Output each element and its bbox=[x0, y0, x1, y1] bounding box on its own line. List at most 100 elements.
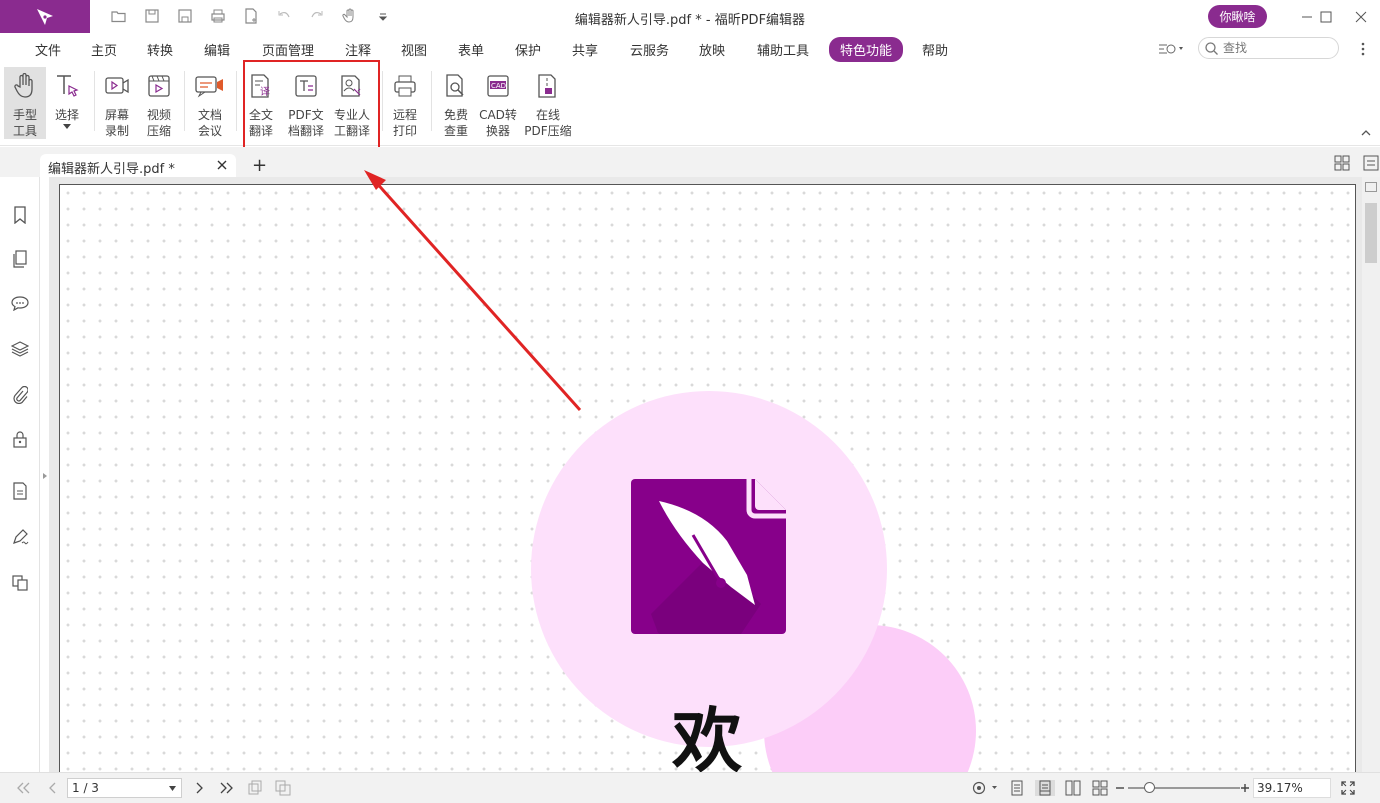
video-compress-button[interactable]: 视频 压缩 bbox=[138, 67, 180, 139]
search-box[interactable] bbox=[1198, 37, 1339, 59]
menu-features[interactable]: 特色功能 bbox=[829, 37, 904, 62]
search-options-icon[interactable] bbox=[1156, 39, 1186, 59]
scroll-thumb[interactable] bbox=[1365, 203, 1377, 263]
remote-print-button[interactable]: 远程 打印 bbox=[384, 67, 426, 139]
prev-view-icon[interactable] bbox=[246, 780, 264, 796]
online-compress-button[interactable]: 在线 PDF压缩 bbox=[523, 67, 573, 139]
attachment-icon[interactable] bbox=[10, 385, 30, 405]
free-check-button[interactable]: 免费 查重 bbox=[435, 67, 477, 139]
menu-protect[interactable]: 保护 bbox=[515, 40, 541, 59]
remote-print-icon bbox=[390, 71, 420, 101]
save-icon[interactable] bbox=[135, 4, 168, 28]
video-compress-icon bbox=[144, 71, 174, 101]
panel-toggle-icon[interactable] bbox=[1363, 155, 1379, 174]
user-account-button[interactable]: 你瞅啥 bbox=[1208, 5, 1267, 28]
prev-page-icon[interactable] bbox=[44, 780, 62, 796]
continuous-page-icon[interactable] bbox=[1035, 780, 1055, 796]
more-options-icon[interactable] bbox=[1348, 39, 1378, 59]
view-mode-icon[interactable] bbox=[972, 780, 1000, 796]
menu-share[interactable]: 共享 bbox=[572, 40, 598, 59]
document-tabs-bar: 编辑器新人引导.pdf * bbox=[0, 147, 1380, 177]
menu-comment[interactable]: 注释 bbox=[345, 40, 371, 59]
undo-icon[interactable] bbox=[267, 4, 300, 28]
pdf-compress-icon bbox=[533, 71, 563, 101]
doc-tab[interactable]: 编辑器新人引导.pdf * bbox=[40, 154, 236, 177]
continuous-facing-icon[interactable] bbox=[1091, 780, 1109, 796]
menu-cloud[interactable]: 云服务 bbox=[630, 40, 669, 59]
pages-icon[interactable] bbox=[10, 249, 30, 269]
welcome-text: 欢 bbox=[672, 699, 742, 772]
maximize-button[interactable] bbox=[1307, 0, 1345, 33]
title-bar: 编辑器新人引导.pdf * - 福昕PDF编辑器 你瞅啥 bbox=[0, 0, 1380, 33]
open-icon[interactable] bbox=[102, 4, 135, 28]
document-view[interactable]: 欢 bbox=[49, 177, 1380, 772]
document-properties-icon[interactable] bbox=[10, 481, 30, 501]
svg-text:CAD: CAD bbox=[491, 82, 506, 90]
security-lock-icon[interactable] bbox=[10, 429, 30, 449]
new-tab-button[interactable]: + bbox=[252, 155, 267, 176]
zoom-in-icon[interactable] bbox=[1239, 780, 1251, 796]
translate-highlight-box bbox=[243, 60, 380, 153]
menu-form[interactable]: 表单 bbox=[458, 40, 484, 59]
left-sidebar bbox=[0, 177, 40, 772]
next-view-icon[interactable] bbox=[274, 780, 292, 796]
page-dropdown-icon[interactable] bbox=[169, 786, 176, 791]
menu-accessibility[interactable]: 辅助工具 bbox=[757, 40, 809, 59]
single-page-icon[interactable] bbox=[1008, 780, 1026, 796]
signature-icon[interactable] bbox=[10, 527, 30, 547]
save-as-icon[interactable] bbox=[168, 4, 201, 28]
scroll-top-icon[interactable] bbox=[1365, 182, 1377, 192]
customize-icon[interactable] bbox=[366, 4, 399, 28]
first-page-icon[interactable] bbox=[14, 780, 32, 796]
menu-file[interactable]: 文件 bbox=[35, 40, 61, 59]
zoom-level-field[interactable]: 39.17% bbox=[1253, 778, 1331, 798]
zoom-slider-thumb[interactable] bbox=[1144, 782, 1155, 793]
menu-convert[interactable]: 转换 bbox=[147, 40, 173, 59]
ribbon-toolbar: 手型 工具 选择 屏幕 录制 视频 压缩 文档 会议 译 全文 翻译 PDF文 … bbox=[0, 63, 1380, 146]
close-tab-icon[interactable] bbox=[216, 159, 228, 171]
hand-tool-button[interactable]: 手型 工具 bbox=[4, 67, 46, 139]
doc-meeting-icon bbox=[195, 71, 225, 101]
dropdown-arrow-icon bbox=[63, 124, 71, 129]
search-icon bbox=[1205, 41, 1218, 55]
print-icon[interactable] bbox=[201, 4, 234, 28]
doc-meeting-button[interactable]: 文档 会议 bbox=[189, 67, 231, 139]
menu-view[interactable]: 视图 bbox=[401, 40, 427, 59]
ribbon-collapse-icon[interactable] bbox=[1360, 127, 1372, 139]
bookmark-icon[interactable] bbox=[10, 205, 30, 225]
new-doc-icon[interactable] bbox=[234, 4, 267, 28]
plagiarism-check-icon bbox=[441, 71, 471, 101]
comments-icon[interactable] bbox=[10, 293, 30, 313]
sidebar-expand-icon[interactable] bbox=[41, 470, 49, 482]
search-input[interactable] bbox=[1223, 39, 1333, 57]
close-button[interactable] bbox=[1342, 0, 1380, 33]
layers-icon[interactable] bbox=[10, 339, 30, 359]
redo-icon[interactable] bbox=[300, 4, 333, 28]
select-button[interactable]: 选择 bbox=[46, 67, 88, 139]
cad-convert-button[interactable]: CAD CAD转 换器 bbox=[477, 67, 519, 139]
select-text-icon bbox=[52, 71, 82, 101]
page-number-field[interactable]: 1 / 3 bbox=[67, 778, 182, 798]
hand-icon[interactable] bbox=[333, 4, 366, 28]
app-logo[interactable] bbox=[0, 0, 90, 33]
doc-tab-title: 编辑器新人引导.pdf * bbox=[48, 162, 175, 177]
menu-page-manage[interactable]: 页面管理 bbox=[262, 40, 314, 59]
screen-record-button[interactable]: 屏幕 录制 bbox=[96, 67, 138, 139]
screen-record-icon bbox=[102, 71, 132, 101]
pdf-page[interactable]: 欢 bbox=[59, 184, 1356, 772]
zoom-out-icon[interactable] bbox=[1114, 780, 1126, 796]
last-page-icon[interactable] bbox=[218, 780, 236, 796]
menu-help[interactable]: 帮助 bbox=[922, 40, 948, 59]
compare-icon[interactable] bbox=[10, 573, 30, 593]
menu-home[interactable]: 主页 bbox=[91, 40, 117, 59]
status-bar: 1 / 3 39.17% bbox=[0, 772, 1380, 803]
menu-slideshow[interactable]: 放映 bbox=[699, 40, 725, 59]
cad-icon: CAD bbox=[483, 71, 513, 101]
thumbnail-view-icon[interactable] bbox=[1334, 155, 1350, 174]
menu-edit[interactable]: 编辑 bbox=[204, 40, 230, 59]
facing-page-icon[interactable] bbox=[1064, 780, 1082, 796]
vertical-scrollbar[interactable] bbox=[1362, 177, 1380, 772]
hand-tool-icon bbox=[10, 71, 40, 101]
next-page-icon[interactable] bbox=[190, 780, 208, 796]
fullscreen-icon[interactable] bbox=[1339, 780, 1357, 796]
